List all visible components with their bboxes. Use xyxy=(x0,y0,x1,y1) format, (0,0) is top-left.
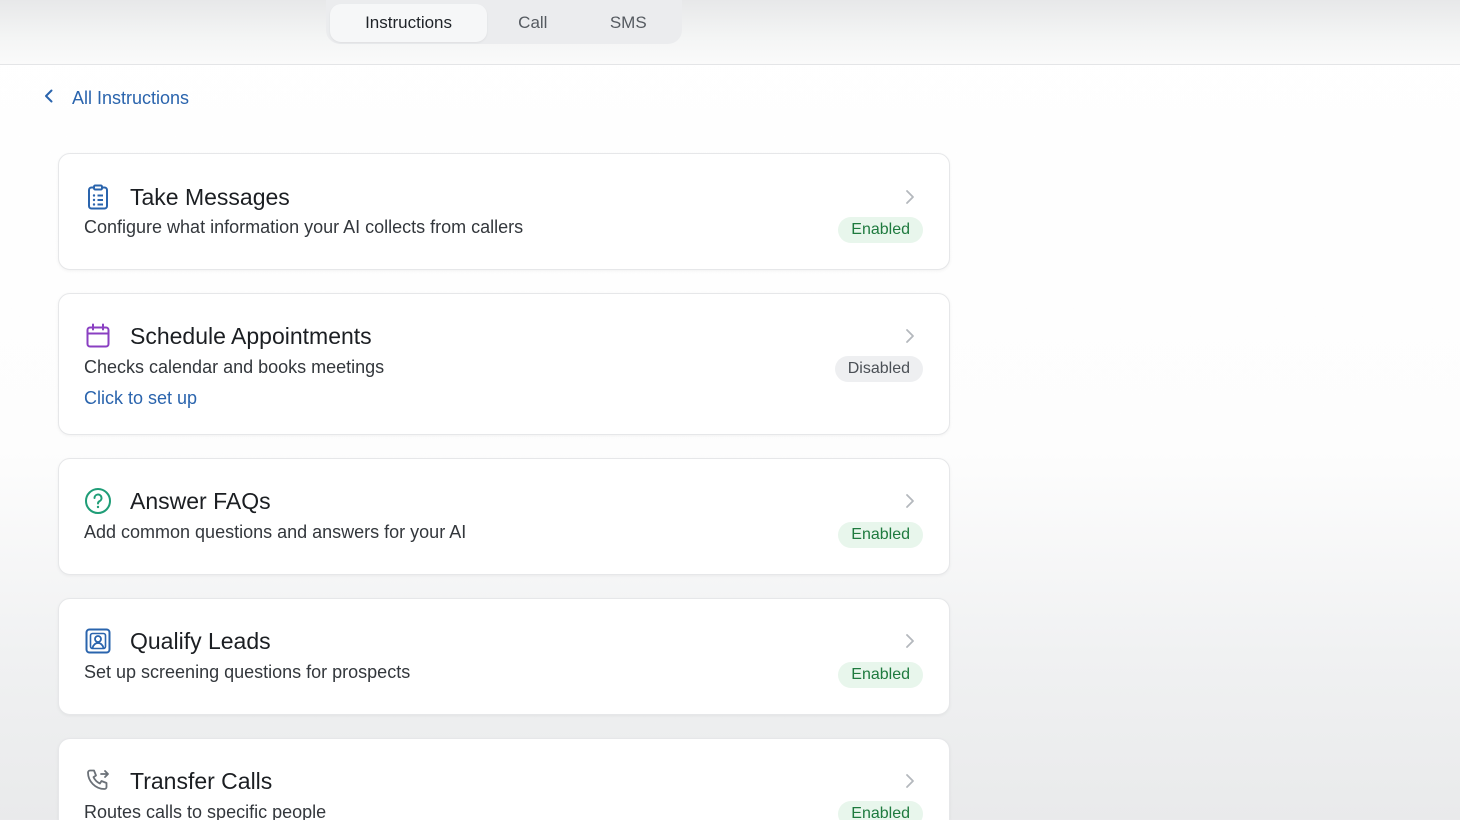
chevron-right-icon xyxy=(903,188,917,206)
card-title: Answer FAQs xyxy=(130,488,271,514)
status-badge: Enabled xyxy=(838,217,923,243)
instruction-card-qualify-leads[interactable]: Qualify Leads Set up screening questions… xyxy=(58,598,950,715)
channel-tabs: Instructions Call SMS xyxy=(326,0,682,44)
card-title: Schedule Appointments xyxy=(130,323,372,349)
card-title: Transfer Calls xyxy=(130,768,273,794)
tab-instructions[interactable]: Instructions xyxy=(330,4,488,42)
instruction-card-transfer-calls[interactable]: Transfer Calls Routes calls to specific … xyxy=(58,738,950,820)
chevron-right-icon xyxy=(903,772,917,790)
top-bar: Instructions Call SMS xyxy=(0,0,1460,65)
user-square-icon xyxy=(84,627,112,655)
question-circle-icon xyxy=(84,487,112,515)
tab-call[interactable]: Call xyxy=(487,4,578,42)
card-description: Checks calendar and books meetings xyxy=(84,357,385,377)
status-badge: Enabled xyxy=(838,522,923,548)
card-description: Routes calls to specific people xyxy=(84,802,327,820)
status-badge: Disabled xyxy=(834,356,923,382)
card-description: Set up screening questions for prospects xyxy=(84,662,411,682)
instruction-card-take-messages[interactable]: Take Messages Configure what information… xyxy=(58,153,950,270)
card-description: Add common questions and answers for you… xyxy=(84,522,467,542)
card-description: Configure what information your AI colle… xyxy=(84,217,524,237)
chevron-left-icon xyxy=(40,87,72,110)
tab-sms[interactable]: SMS xyxy=(579,4,678,42)
card-title: Qualify Leads xyxy=(130,628,271,654)
setup-link[interactable]: Click to set up xyxy=(84,388,197,409)
chevron-right-icon xyxy=(903,327,917,345)
instruction-card-schedule-appointments[interactable]: Schedule Appointments Checks calendar an… xyxy=(58,293,950,435)
phone-forward-icon xyxy=(84,767,112,795)
status-badge: Enabled xyxy=(838,662,923,688)
instruction-card-answer-faqs[interactable]: Answer FAQs Add common questions and ans… xyxy=(58,458,950,575)
calendar-icon xyxy=(84,322,112,350)
all-instructions-link[interactable]: All Instructions xyxy=(40,86,189,110)
card-title: Take Messages xyxy=(130,184,290,210)
chevron-right-icon xyxy=(903,492,917,510)
clipboard-list-icon xyxy=(84,183,112,211)
chevron-right-icon xyxy=(903,632,917,650)
all-instructions-label: All Instructions xyxy=(72,87,190,108)
status-badge: Enabled xyxy=(838,801,923,820)
